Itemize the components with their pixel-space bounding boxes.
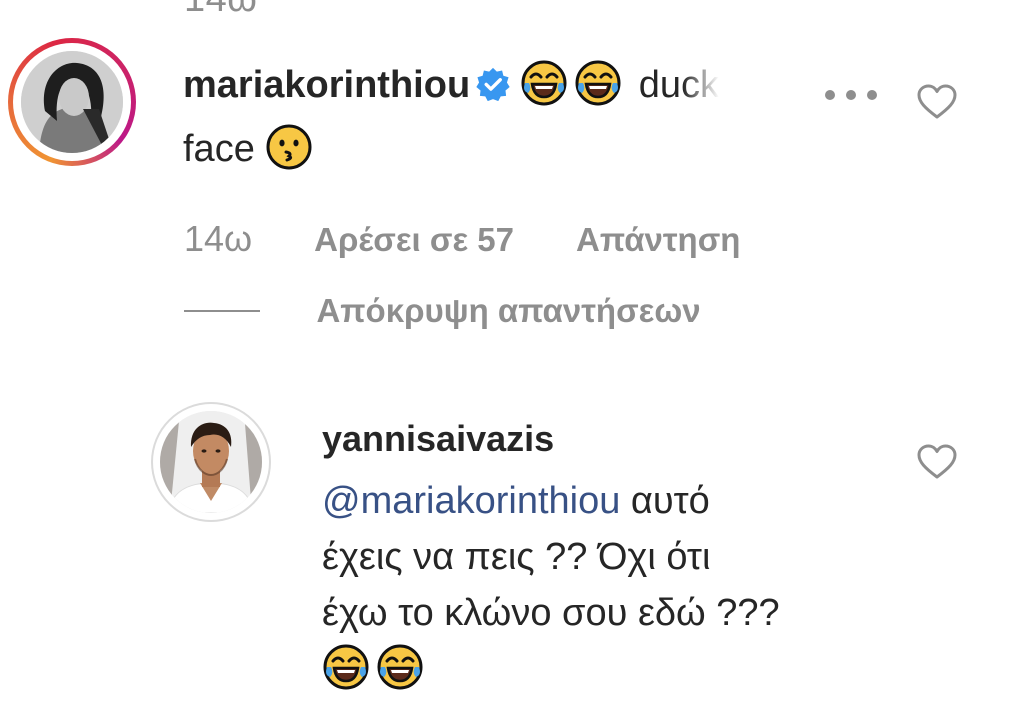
comment-time[interactable]: 14ω <box>184 218 252 259</box>
verified-badge-icon <box>476 62 510 116</box>
mention-link[interactable]: @mariakorinthiou <box>322 480 620 522</box>
reply-body: @mariakorinthiou αυτό έχεις να πεις ?? Ό… <box>322 473 882 707</box>
story-ring-avatar[interactable] <box>8 38 136 166</box>
tears-of-joy-icon <box>520 59 568 122</box>
comment-username[interactable]: mariakorinthiou <box>183 64 470 106</box>
comment-body: mariakorinthiou duck face <box>183 58 813 186</box>
like-reply-heart-icon[interactable] <box>917 444 957 480</box>
reply-button[interactable]: Απάντηση <box>576 221 740 258</box>
hide-replies-button[interactable]: Απόκρυψη απαντήσεων <box>316 292 700 329</box>
tears-of-joy-icon <box>322 643 370 707</box>
reply-text-line1: αυτό <box>620 480 710 522</box>
tears-of-joy-icon <box>574 59 622 122</box>
hide-replies-row[interactable]: Απόκρυψη απαντήσεων <box>184 292 701 330</box>
replies-divider-line <box>184 310 260 312</box>
previous-comment-time: 14ω <box>184 0 257 21</box>
tears-of-joy-icon <box>376 643 424 707</box>
avatar-mariakorinthiou[interactable] <box>21 51 123 153</box>
comment-likes-button[interactable]: Αρέσει σε 57 <box>314 221 514 258</box>
avatar-yannisaivazis[interactable] <box>151 402 271 522</box>
kissing-face-icon <box>265 123 313 186</box>
reply-text-line3: έχω το κλώνο σου εδώ ??? <box>322 592 780 634</box>
comment-text-truncated: duck <box>638 64 719 106</box>
like-comment-heart-icon[interactable] <box>917 84 957 120</box>
comments-panel: 14ω mariakorinthiou duck face 14ω Αρέσει… <box>0 0 1024 722</box>
more-options-icon[interactable] <box>823 88 879 102</box>
comment-meta-row: 14ω Αρέσει σε 57 Απάντηση <box>184 218 792 260</box>
comment-text-line2: face <box>183 128 255 170</box>
reply-username[interactable]: yannisaivazis <box>322 418 554 460</box>
reply-text-line2: έχεις να πεις ?? Όχι ότι <box>322 536 711 578</box>
